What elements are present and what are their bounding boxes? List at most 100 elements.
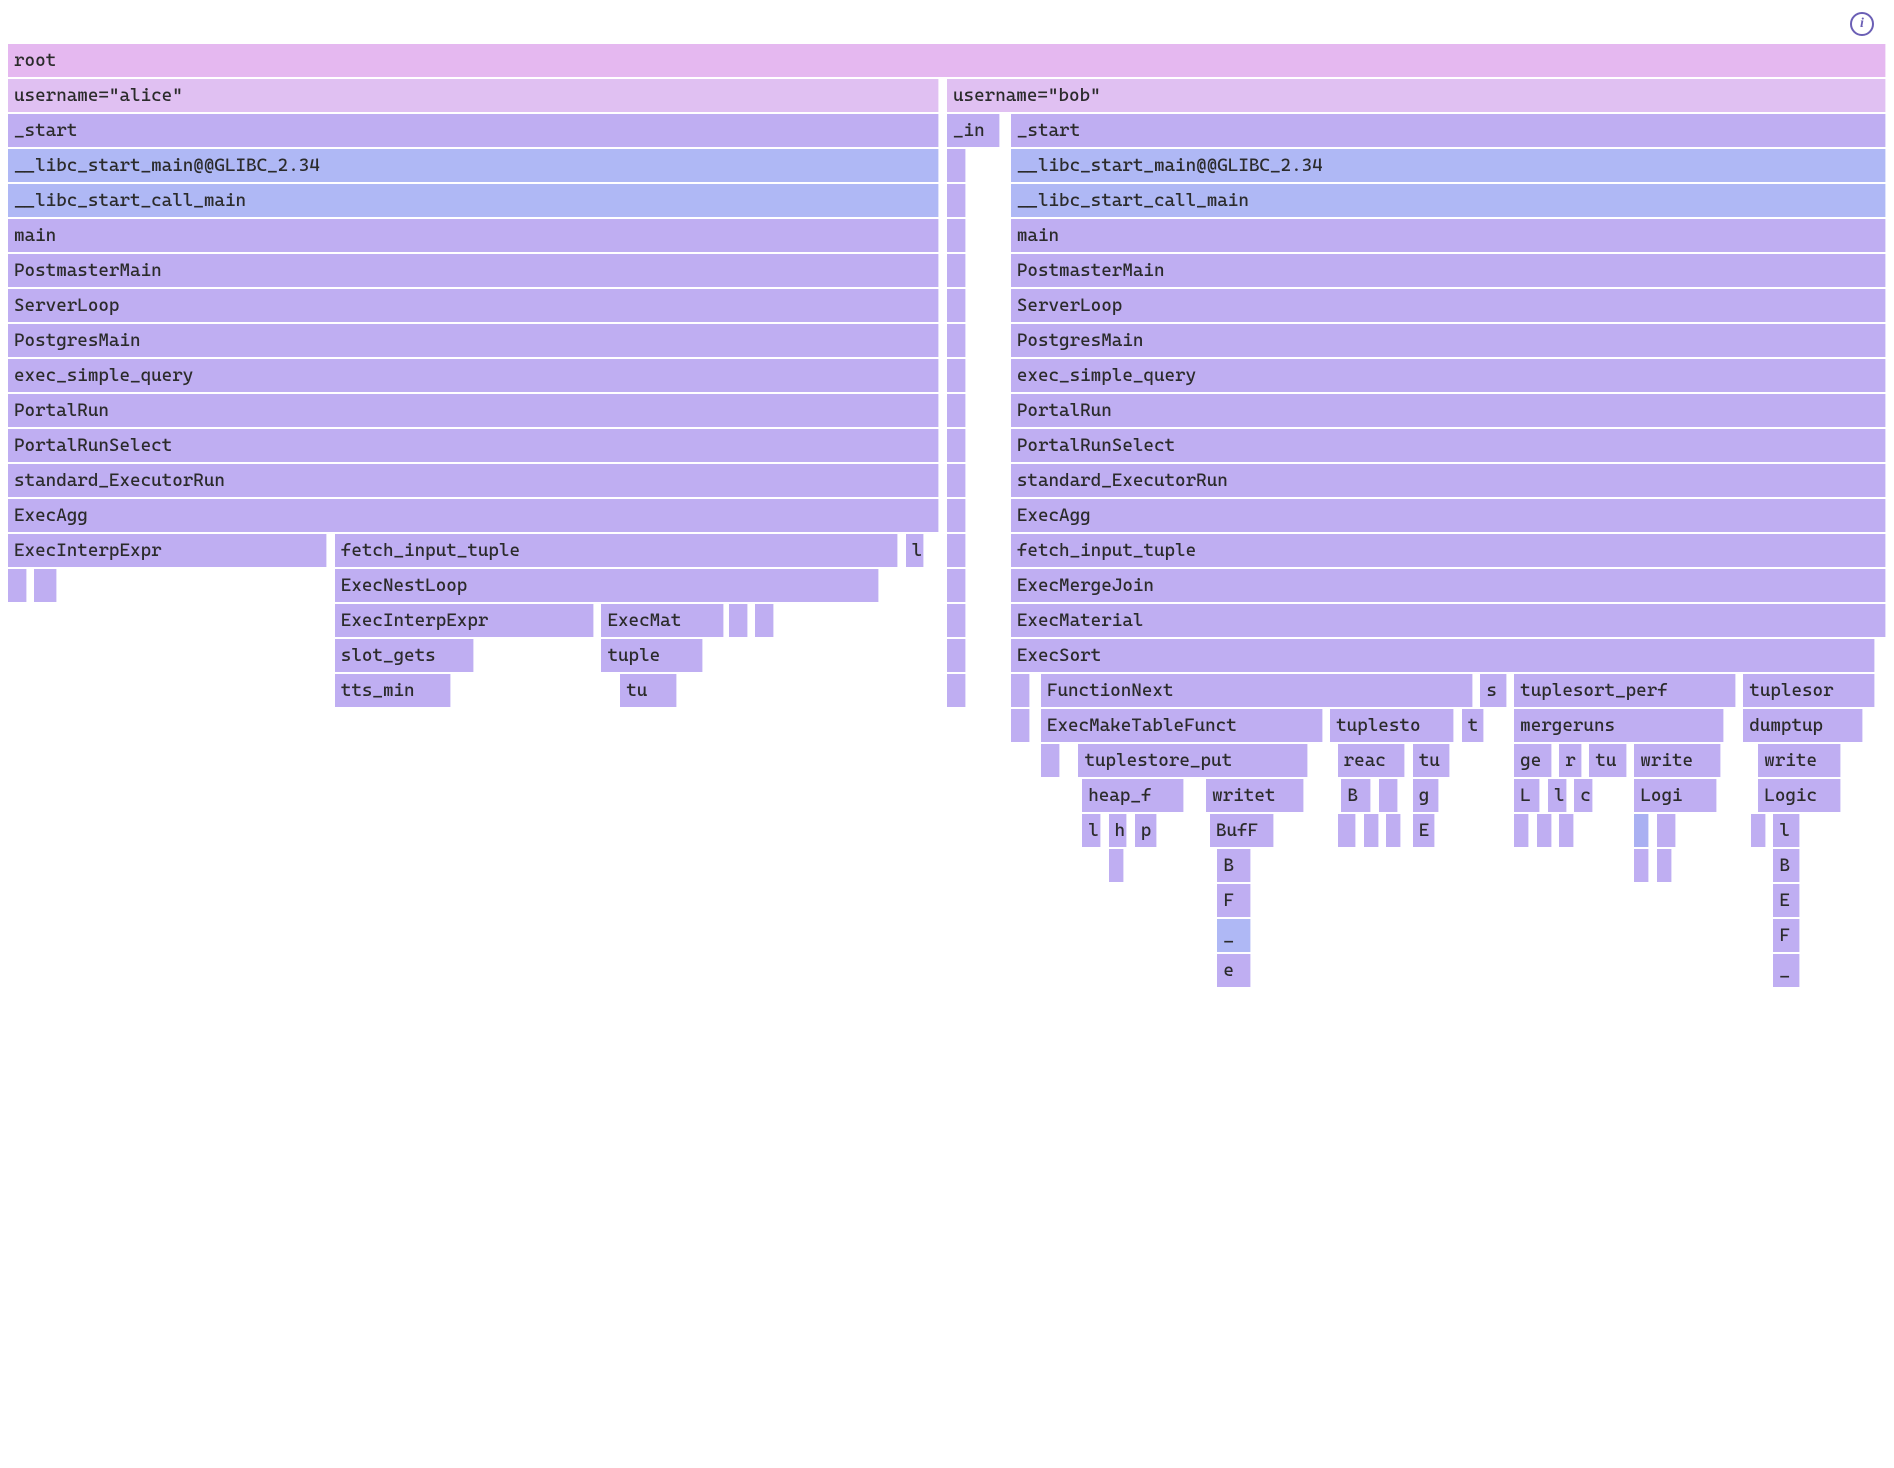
flame-frame[interactable]: root [8,44,1886,77]
flame-frame[interactable] [1379,779,1398,812]
flame-frame[interactable]: BufF [1210,814,1274,847]
flame-frame[interactable] [947,534,966,567]
flame-frame[interactable] [1634,814,1649,847]
flame-frame[interactable]: ServerLoop [1011,289,1886,322]
flame-frame[interactable]: t [1462,709,1485,742]
flame-frame[interactable] [1657,849,1672,882]
flame-frame[interactable] [947,359,966,392]
flame-frame[interactable]: l [1773,814,1799,847]
flame-frame[interactable]: write [1758,744,1841,777]
flame-frame[interactable]: tuplestore_put [1078,744,1307,777]
flame-frame[interactable]: e [1217,954,1251,987]
flame-frame[interactable]: B [1341,779,1371,812]
flame-frame[interactable]: c [1574,779,1593,812]
flame-frame[interactable]: ExecMaterial [1011,604,1886,637]
flame-frame[interactable] [1657,814,1676,847]
flame-frame[interactable] [947,464,966,497]
flame-frame[interactable]: ExecMergeJoin [1011,569,1886,602]
flame-frame[interactable]: L [1514,779,1540,812]
flame-frame[interactable]: ExecAgg [8,499,939,532]
flame-frame[interactable]: F [1773,919,1799,952]
flame-frame[interactable]: heap_f [1082,779,1183,812]
flame-frame[interactable]: tuplesort_perf [1514,674,1736,707]
flame-frame[interactable] [1386,814,1401,847]
flame-frame[interactable] [1338,814,1357,847]
flame-frame[interactable] [947,184,966,217]
flame-frame[interactable]: PortalRunSelect [1011,429,1886,462]
flame-frame[interactable]: E [1773,884,1799,917]
flame-frame[interactable]: ExecMakeTableFunct [1041,709,1323,742]
flame-frame[interactable]: username="bob" [947,79,1886,112]
flame-frame[interactable]: PostgresMain [8,324,939,357]
flame-frame[interactable]: standard_ExecutorRun [1011,464,1886,497]
flame-frame[interactable]: __libc_start_main@@GLIBC_2.34 [8,149,939,182]
flame-frame[interactable] [1109,849,1124,882]
flame-frame[interactable]: h [1109,814,1128,847]
flame-frame[interactable]: _in [947,114,1000,147]
flame-frame[interactable]: Logic [1758,779,1841,812]
flame-frame[interactable]: _start [1011,114,1886,147]
flame-frame[interactable]: tts_min [335,674,451,707]
flame-frame[interactable]: E [1413,814,1436,847]
flame-frame[interactable] [8,569,27,602]
flame-frame[interactable] [1041,744,1060,777]
flame-frame[interactable]: main [8,219,939,252]
flame-frame[interactable]: exec_simple_query [1011,359,1886,392]
flame-frame[interactable]: ExecMat [601,604,723,637]
flame-frame[interactable]: PortalRun [8,394,939,427]
flame-frame[interactable] [1751,814,1766,847]
flame-frame[interactable] [34,569,57,602]
flame-frame[interactable]: tu [620,674,676,707]
flame-frame[interactable]: PostmasterMain [8,254,939,287]
info-icon[interactable]: i [1850,12,1874,36]
flame-frame[interactable]: B [1773,849,1799,882]
flame-frame[interactable]: r [1559,744,1582,777]
flame-frame[interactable]: ExecAgg [1011,499,1886,532]
flame-frame[interactable]: PostmasterMain [1011,254,1886,287]
flame-frame[interactable]: g [1413,779,1439,812]
flame-frame[interactable] [947,604,966,637]
flame-frame[interactable]: username="alice" [8,79,939,112]
flame-frame[interactable]: l [906,534,925,567]
flame-frame[interactable]: ExecInterpExpr [8,534,327,567]
flame-frame[interactable]: tu [1589,744,1627,777]
flame-frame[interactable]: __libc_start_main@@GLIBC_2.34 [1011,149,1886,182]
flame-frame[interactable] [947,289,966,322]
flame-frame[interactable]: _ [1217,919,1251,952]
flame-frame[interactable] [1514,814,1529,847]
flame-frame[interactable] [947,499,966,532]
flame-frame[interactable]: mergeruns [1514,709,1724,742]
flame-frame[interactable]: s [1480,674,1506,707]
flame-frame[interactable] [947,254,966,287]
flame-frame[interactable] [729,604,748,637]
flame-frame[interactable]: __libc_start_call_main [8,184,939,217]
flame-frame[interactable]: standard_ExecutorRun [8,464,939,497]
flame-frame[interactable] [947,429,966,462]
flame-frame[interactable]: B [1217,849,1251,882]
flame-frame[interactable]: ExecInterpExpr [335,604,594,637]
flame-frame[interactable]: ServerLoop [8,289,939,322]
flame-frame[interactable]: __libc_start_call_main [1011,184,1886,217]
flame-frame[interactable] [947,674,966,707]
flame-frame[interactable] [947,149,966,182]
flame-frame[interactable]: _ [1773,954,1799,987]
flame-frame[interactable]: reac [1338,744,1406,777]
flame-frame[interactable]: ExecSort [1011,639,1875,672]
flame-frame[interactable] [1364,814,1379,847]
flame-frame[interactable]: dumptup [1743,709,1863,742]
flame-frame[interactable] [1537,814,1552,847]
flame-frame[interactable] [947,394,966,427]
flame-frame[interactable]: writet [1206,779,1304,812]
flame-frame[interactable]: PostgresMain [1011,324,1886,357]
flame-frame[interactable] [1559,814,1574,847]
flame-frame[interactable]: _start [8,114,939,147]
flame-frame[interactable]: ge [1514,744,1552,777]
flame-frame[interactable]: write [1634,744,1720,777]
flame-frame[interactable]: PortalRunSelect [8,429,939,462]
flame-frame[interactable]: F [1217,884,1251,917]
flame-frame[interactable]: tuple [601,639,702,672]
flame-frame[interactable] [1011,709,1030,742]
flame-frame[interactable]: fetch_input_tuple [1011,534,1886,567]
flame-frame[interactable]: tu [1413,744,1451,777]
flame-frame[interactable] [947,639,966,672]
